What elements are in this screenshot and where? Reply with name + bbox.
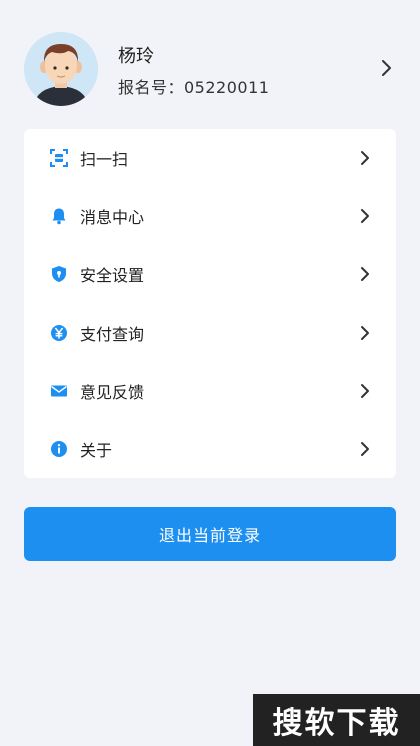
bell-icon (50, 207, 68, 225)
menu-item-about[interactable]: 关于 (24, 420, 396, 478)
menu-item-payment-query[interactable]: 支付查询 (24, 304, 396, 362)
logout-button[interactable]: 退出当前登录 (24, 507, 396, 561)
menu-item-feedback[interactable]: 意见反馈 (24, 362, 396, 420)
chevron-right-icon (359, 207, 371, 225)
chevron-right-icon (359, 324, 371, 342)
chevron-right-icon (359, 440, 371, 458)
registration-number: 报名号：05220011 (118, 78, 270, 97)
yuan-icon (50, 324, 68, 342)
chevron-right-icon (359, 265, 371, 283)
menu-card: 扫一扫 消息中心 安全设置 支付查询 意见反馈 关于 (24, 129, 396, 478)
menu-item-messages[interactable]: 消息中心 (24, 187, 396, 245)
menu-item-label: 消息中心 (80, 208, 145, 228)
chevron-right-icon (359, 149, 371, 167)
menu-item-security[interactable]: 安全设置 (24, 245, 396, 303)
menu-item-label: 安全设置 (80, 266, 145, 286)
menu-item-label: 支付查询 (80, 324, 145, 344)
menu-item-scan[interactable]: 扫一扫 (24, 129, 396, 187)
info-icon (50, 440, 68, 458)
menu-item-label: 意见反馈 (80, 382, 145, 402)
profile-name: 杨玲 (118, 46, 154, 67)
menu-item-label: 扫一扫 (80, 150, 129, 170)
chevron-right-icon[interactable] (380, 58, 394, 78)
menu-item-label: 关于 (80, 441, 113, 461)
profile-header[interactable]: 杨玲 报名号：05220011 (0, 0, 420, 118)
mail-icon (50, 382, 68, 400)
scan-icon (50, 149, 68, 168)
chevron-right-icon (359, 382, 371, 400)
watermark: 搜软下载 (253, 694, 420, 746)
avatar (24, 32, 98, 106)
shield-icon (50, 265, 68, 283)
